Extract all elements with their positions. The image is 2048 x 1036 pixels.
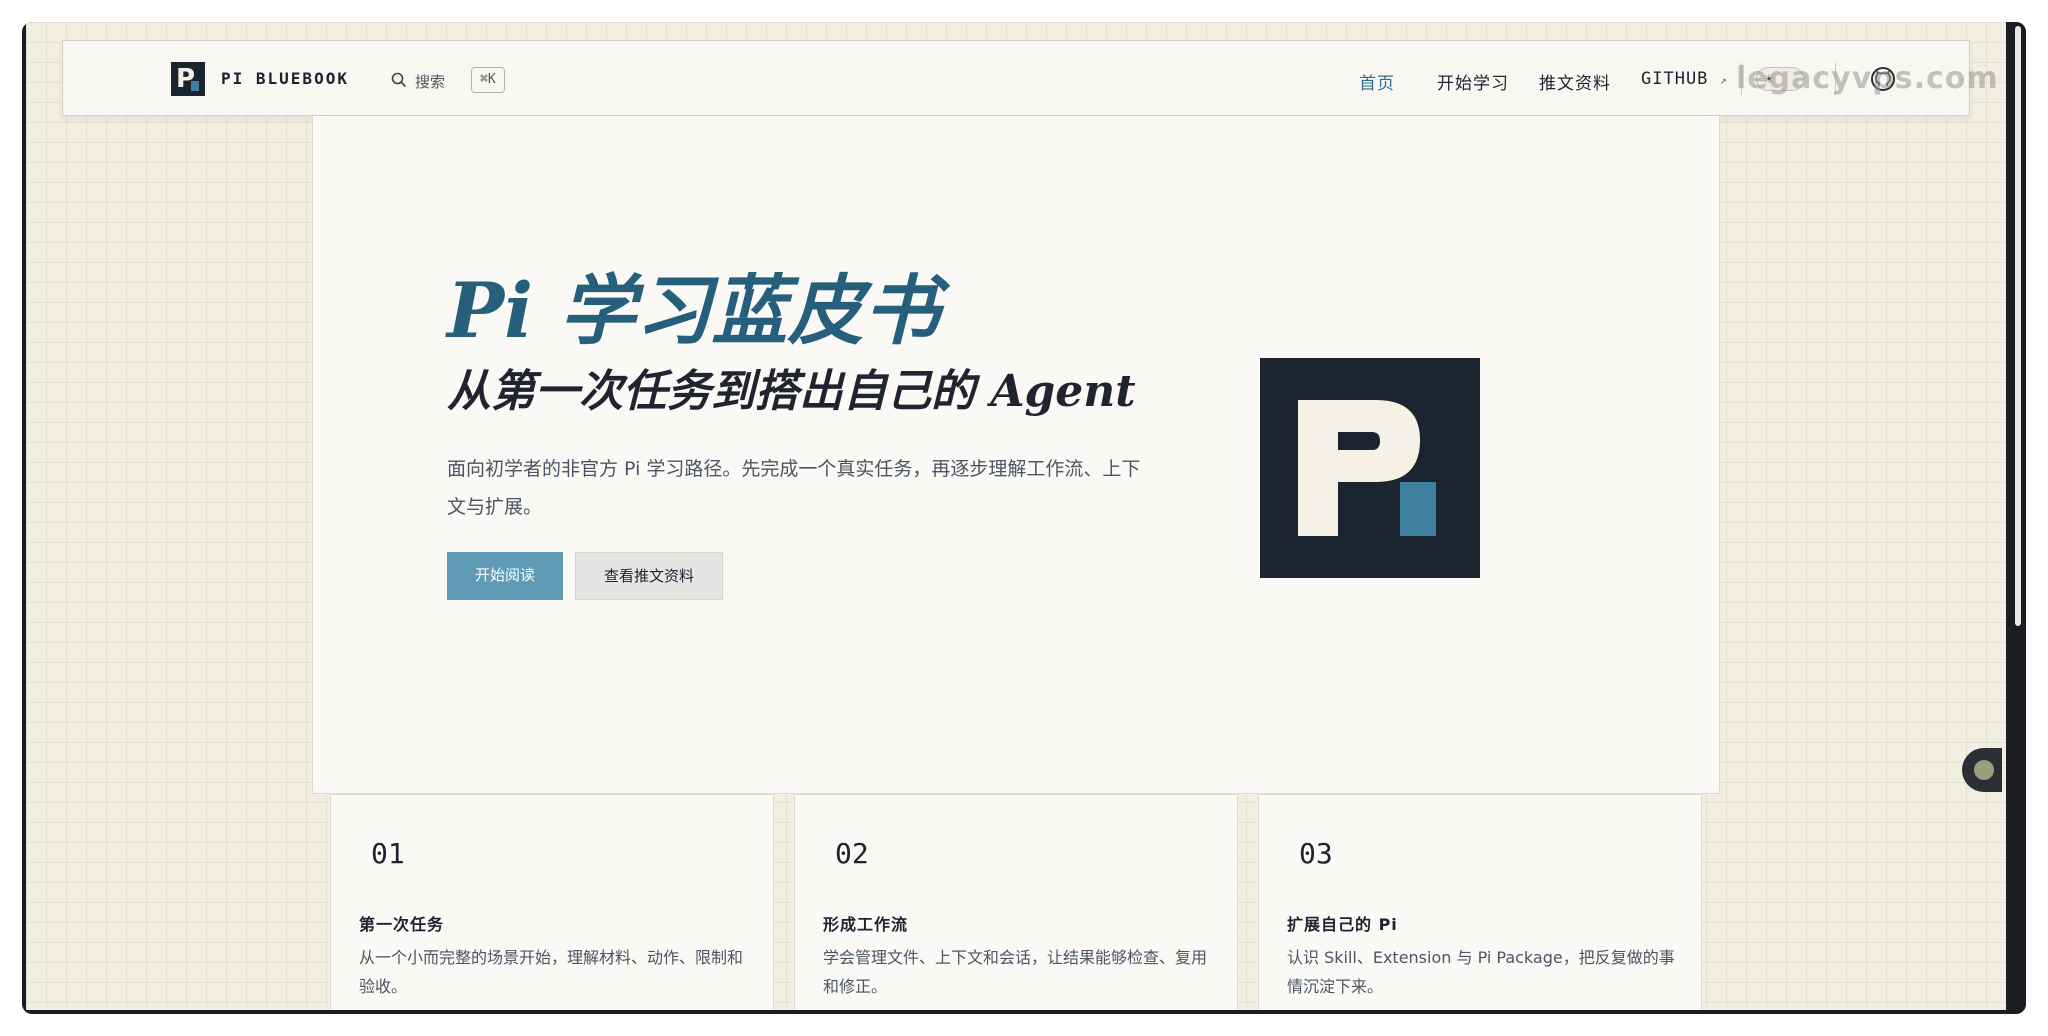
card-number: 03 bbox=[1299, 837, 1333, 870]
hero-subtitle: 从第一次任务到搭出自己的 Agent bbox=[447, 366, 1136, 417]
nav-posts[interactable]: 推文资料 bbox=[1539, 69, 1611, 94]
feature-card-2[interactable]: 02 形成工作流 学会管理文件、上下文和会话，让结果能够检查、复用和修正。 bbox=[794, 794, 1238, 1010]
p-logo-mark bbox=[1298, 400, 1436, 536]
brand-name[interactable]: PI BLUEBOOK bbox=[221, 69, 349, 88]
card-title: 扩展自己的 Pi bbox=[1287, 915, 1398, 934]
nav-home[interactable]: 首页 bbox=[1359, 69, 1395, 94]
external-link-icon: ↗ bbox=[1719, 73, 1728, 87]
site-header: P PI BLUEBOOK 搜索 ⌘K 首页 开始学习 推文资料 GITHUB … bbox=[62, 40, 1998, 116]
feature-card-3[interactable]: 03 扩展自己的 Pi 认识 Skill、Extension 与 Pi Pack… bbox=[1258, 794, 1702, 1010]
feature-card-1[interactable]: 01 第一次任务 从一个小而完整的场景开始，理解材料、动作、限制和验收。 bbox=[330, 794, 774, 1010]
card-description: 认识 Skill、Extension 与 Pi Package，把反复做的事情沉… bbox=[1287, 948, 1675, 996]
card-number: 02 bbox=[835, 837, 869, 870]
assistant-icon bbox=[1974, 760, 1994, 780]
nav-github-label: GITHUB bbox=[1641, 69, 1709, 89]
card-number: 01 bbox=[371, 837, 405, 870]
watermark: legacyvps.com bbox=[1736, 61, 1999, 96]
card-description: 学会管理文件、上下文和会话，让结果能够检查、复用和修正。 bbox=[823, 948, 1208, 996]
card-description: 从一个小而完整的场景开始，理解材料、动作、限制和验收。 bbox=[359, 948, 744, 996]
search-icon[interactable] bbox=[391, 72, 407, 88]
nav-github[interactable]: GITHUB ↗ bbox=[1641, 69, 1728, 89]
card-title: 第一次任务 bbox=[359, 915, 445, 934]
floating-assistant-button[interactable] bbox=[1962, 748, 2002, 792]
hero-logo-icon bbox=[1260, 358, 1480, 578]
browser-frame: P PI BLUEBOOK 搜索 ⌘K 首页 开始学习 推文资料 GITHUB … bbox=[22, 22, 2026, 1014]
card-title: 形成工作流 bbox=[823, 915, 909, 934]
logo-icon[interactable]: P bbox=[171, 62, 205, 96]
start-reading-button[interactable]: 开始阅读 bbox=[447, 552, 563, 600]
search-shortcut-badge: ⌘K bbox=[471, 67, 505, 93]
hero-title: Pi 学习蓝皮书 bbox=[447, 266, 940, 355]
page: P PI BLUEBOOK 搜索 ⌘K 首页 开始学习 推文资料 GITHUB … bbox=[26, 22, 2006, 1010]
vertical-scrollbar[interactable] bbox=[2010, 22, 2026, 1010]
search-button[interactable]: 搜索 bbox=[415, 71, 445, 92]
hero-description: 面向初学者的非官方 Pi 学习路径。先完成一个真实任务，再逐步理解工作流、上下文… bbox=[447, 458, 1141, 518]
nav-start-learning[interactable]: 开始学习 bbox=[1437, 69, 1509, 94]
hero-section: Pi 学习蓝皮书 从第一次任务到搭出自己的 Agent 面向初学者的非官方 Pi… bbox=[312, 116, 1720, 794]
view-posts-button[interactable]: 查看推文资料 bbox=[575, 552, 723, 600]
scrollbar-thumb[interactable] bbox=[2015, 26, 2021, 626]
